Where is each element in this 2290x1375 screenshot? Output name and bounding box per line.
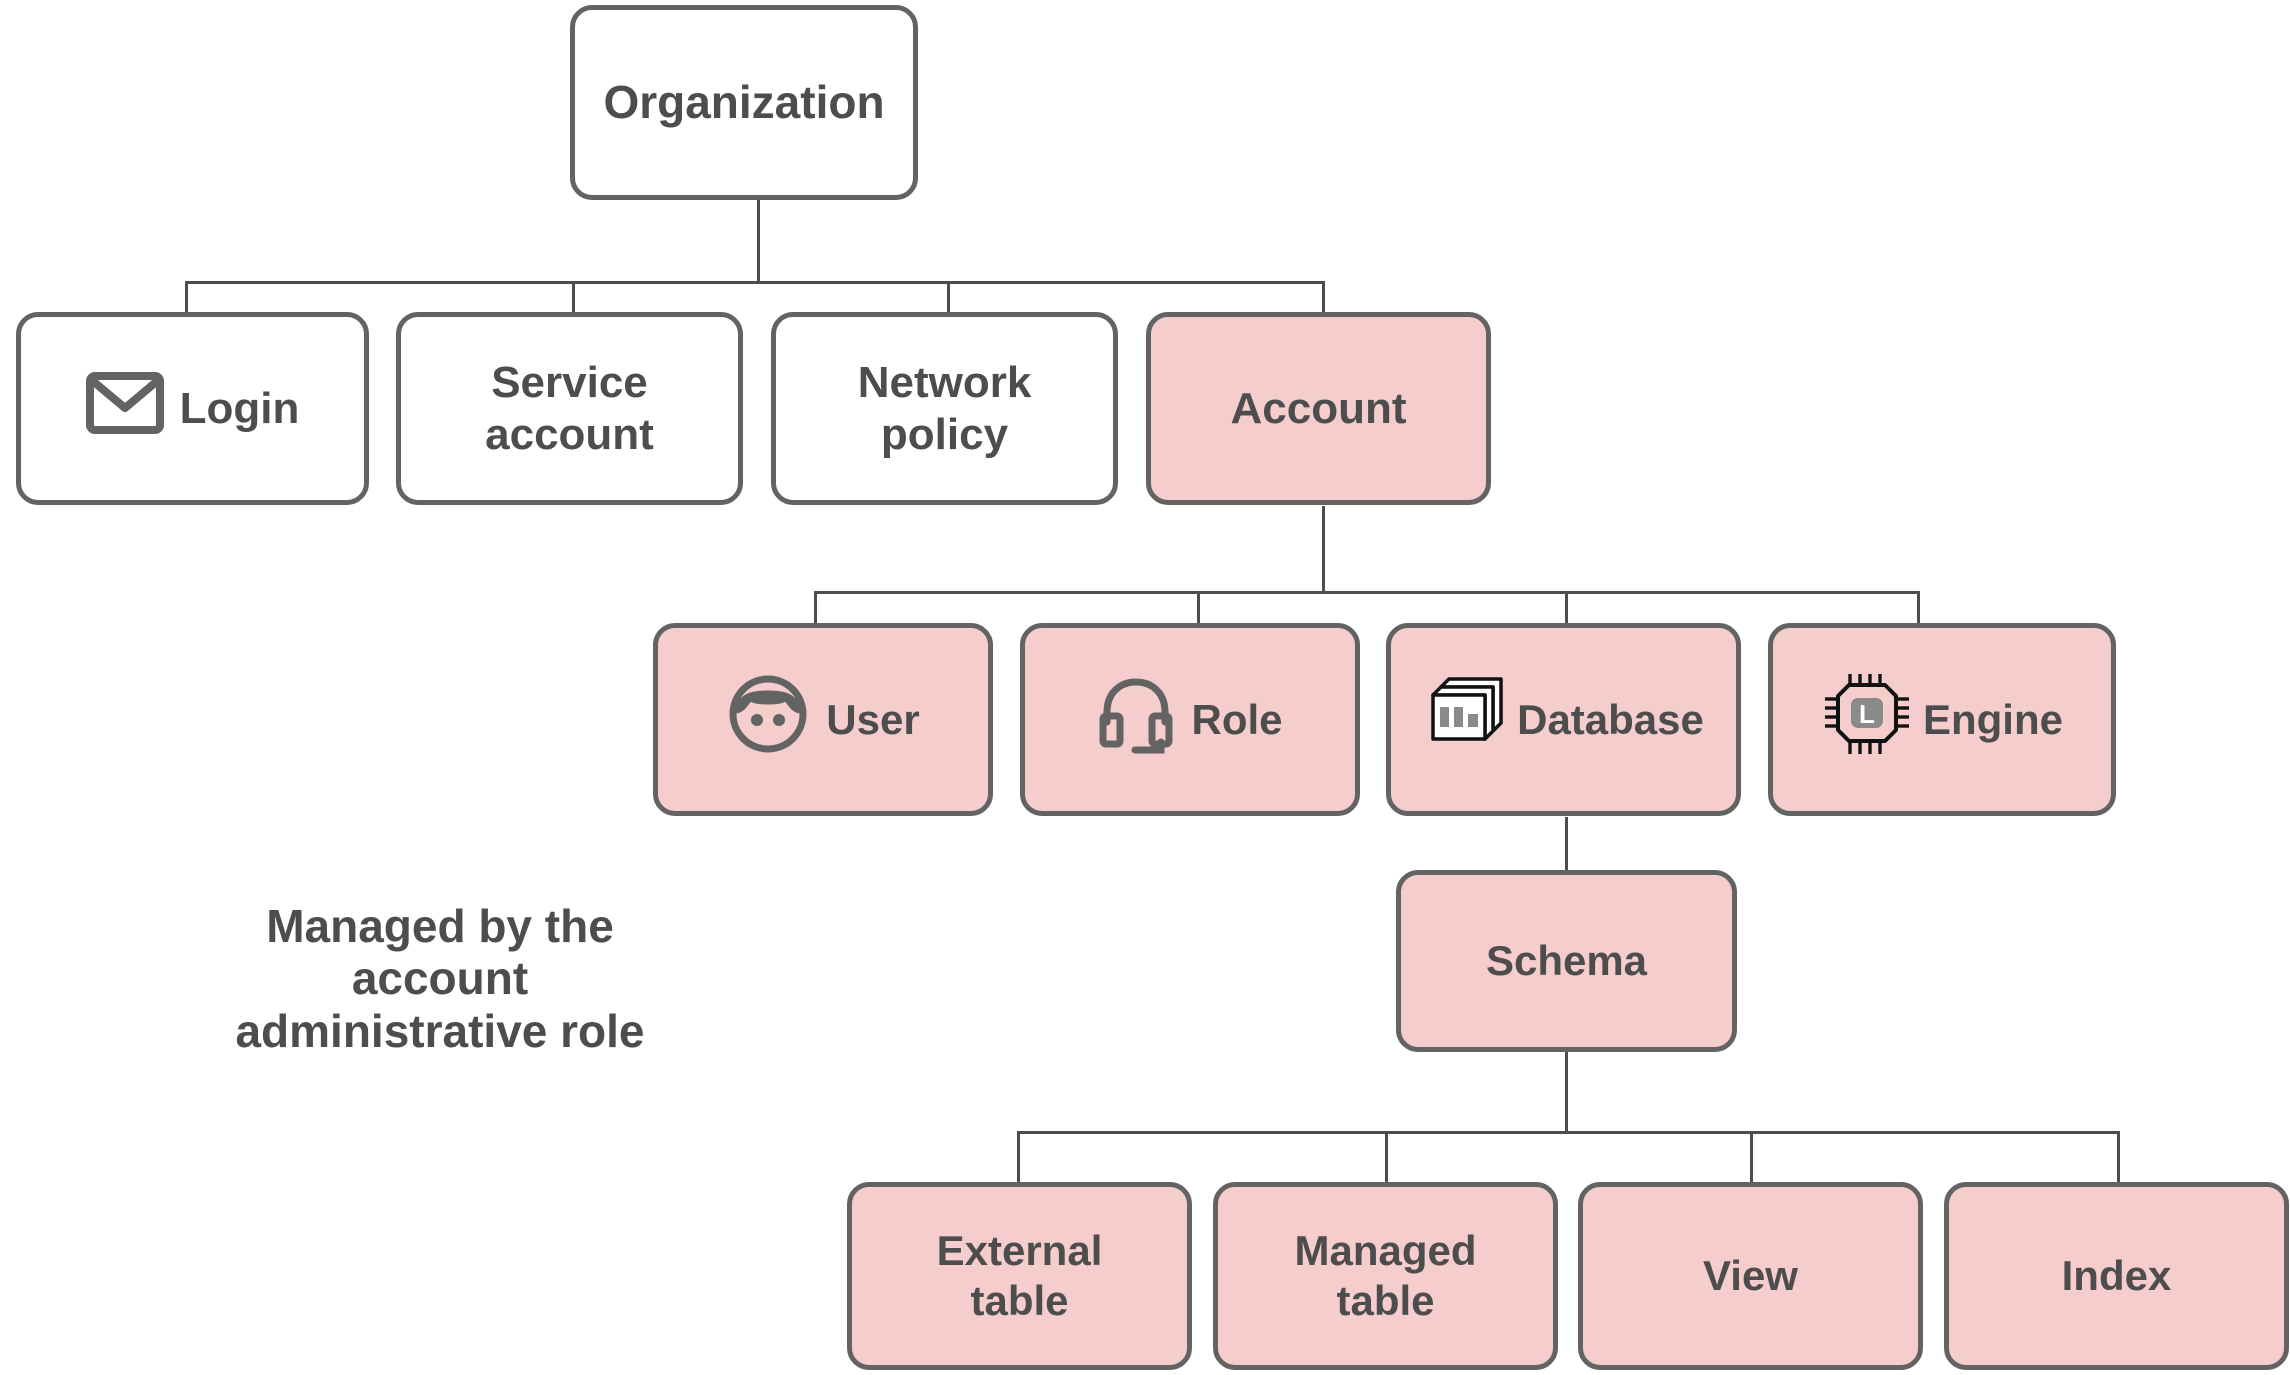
node-login[interactable]: Login bbox=[16, 312, 369, 505]
connector-to-view bbox=[1750, 1131, 1753, 1187]
node-service-account-label: Service account bbox=[485, 357, 654, 459]
node-schema[interactable]: Schema bbox=[1396, 870, 1737, 1052]
node-view-label: View bbox=[1703, 1252, 1798, 1300]
connector-to-external-table bbox=[1017, 1131, 1020, 1187]
connector-to-managed-table bbox=[1385, 1131, 1388, 1187]
node-network-policy-label: Network policy bbox=[857, 357, 1032, 459]
caption-managed-by-account-admin-role: Managed by the account administrative ro… bbox=[235, 900, 645, 1057]
node-account[interactable]: Account bbox=[1146, 312, 1491, 505]
connector-schema-drop bbox=[1565, 1046, 1568, 1132]
node-user[interactable]: User bbox=[653, 623, 993, 816]
node-engine[interactable]: L Engine bbox=[1768, 623, 2116, 816]
node-role[interactable]: Role bbox=[1020, 623, 1360, 816]
node-managed-table[interactable]: Managed table bbox=[1213, 1182, 1558, 1370]
node-index-label: Index bbox=[2061, 1252, 2172, 1300]
connector-organization-bus bbox=[185, 281, 1325, 284]
node-external-table-label: External table bbox=[936, 1227, 1103, 1324]
node-engine-label: Engine bbox=[1922, 695, 2063, 743]
envelope-icon bbox=[85, 371, 164, 446]
node-role-label: Role bbox=[1191, 695, 1283, 743]
node-database[interactable]: Database bbox=[1386, 623, 1741, 816]
connector-schema-bus bbox=[1017, 1131, 2117, 1134]
node-service-account[interactable]: Service account bbox=[396, 312, 743, 505]
node-network-policy[interactable]: Network policy bbox=[771, 312, 1118, 505]
connector-account-drop bbox=[1322, 506, 1325, 592]
connector-database-to-schema bbox=[1565, 817, 1568, 874]
node-account-label: Account bbox=[1230, 383, 1407, 433]
database-stack-icon bbox=[1423, 668, 1515, 771]
node-organization[interactable]: Organization bbox=[570, 5, 918, 200]
node-login-label: Login bbox=[179, 383, 300, 433]
node-user-label: User bbox=[826, 695, 920, 743]
diagram-canvas: Organization Login Service account Netwo… bbox=[0, 0, 2290, 1375]
node-database-label: Database bbox=[1517, 695, 1704, 743]
engine-icon-letter: L bbox=[1859, 699, 1875, 729]
node-schema-label: Schema bbox=[1485, 937, 1648, 985]
node-view[interactable]: View bbox=[1578, 1182, 1923, 1370]
headset-icon bbox=[1097, 672, 1175, 767]
cpu-chip-icon: L bbox=[1821, 668, 1913, 771]
node-managed-table-label: Managed table bbox=[1294, 1227, 1477, 1324]
user-face-icon bbox=[726, 672, 810, 767]
node-external-table[interactable]: External table bbox=[847, 1182, 1192, 1370]
node-index[interactable]: Index bbox=[1944, 1182, 2289, 1370]
node-organization-label: Organization bbox=[603, 76, 885, 129]
connector-to-index bbox=[2117, 1131, 2120, 1187]
connector-organization-drop bbox=[757, 196, 760, 282]
connector-account-bus bbox=[814, 591, 1918, 594]
